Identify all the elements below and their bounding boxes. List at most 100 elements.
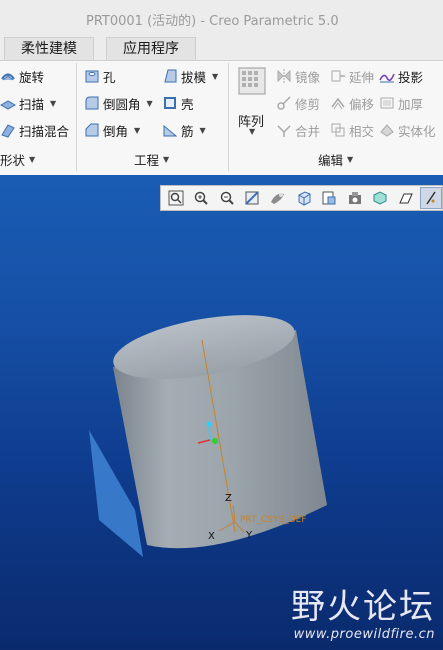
ribbon-tabs: 柔性建模 应用程序 xyxy=(0,36,443,61)
section-button[interactable] xyxy=(369,187,391,209)
intersect-icon xyxy=(331,123,345,137)
zoom-out-icon xyxy=(220,191,234,205)
thicken-label: 加厚 xyxy=(398,96,424,112)
intersect-button[interactable]: 相交 xyxy=(330,119,374,141)
chevron-down-icon[interactable]: ▼ xyxy=(134,126,140,135)
shell-icon xyxy=(164,97,176,109)
saved-orientations-button[interactable] xyxy=(293,187,315,209)
triad-point xyxy=(206,421,212,427)
csys-x-label: X xyxy=(208,531,215,542)
refit-icon xyxy=(168,190,184,206)
intersect-label: 相交 xyxy=(349,123,375,139)
group-label-shape[interactable]: 形状 ▼ xyxy=(0,150,35,169)
mirror-button[interactable]: 镜像 xyxy=(276,65,320,87)
offset-button[interactable]: 偏移 xyxy=(330,92,374,114)
draft-button[interactable]: 拔模 ▼ xyxy=(162,65,218,87)
window-title: PRT0001 (活动的) - Creo Parametric 5.0 xyxy=(86,14,339,29)
chevron-down-icon[interactable]: ▼ xyxy=(50,99,56,108)
thicken-button[interactable]: 加厚 xyxy=(379,92,423,114)
round-label: 倒圆角 xyxy=(103,96,141,112)
pattern-button[interactable]: 阵列 ▼ xyxy=(236,67,268,136)
sweep-label: 扫描 xyxy=(19,96,45,112)
extend-icon xyxy=(331,70,345,82)
mirror-label: 镜像 xyxy=(295,69,321,85)
chevron-down-icon: ▼ xyxy=(347,155,354,164)
solidify-icon xyxy=(380,124,394,137)
model-scene[interactable]: Z X Y PRT_CSYS_DEF xyxy=(0,175,443,650)
zoom-out-button[interactable] xyxy=(216,187,238,209)
merge-icon xyxy=(277,125,291,137)
extend-button[interactable]: 延伸 xyxy=(330,65,374,87)
view-toolbar xyxy=(160,185,443,211)
revolve-button[interactable]: 旋转 xyxy=(0,65,44,87)
pattern-icon xyxy=(238,67,266,95)
extend-label: 延伸 xyxy=(349,69,375,85)
divider xyxy=(76,63,77,171)
group-label-engineering[interactable]: 工程 ▼ xyxy=(134,150,169,169)
chamfer-icon xyxy=(85,123,99,137)
rib-button[interactable]: 筋 ▼ xyxy=(162,119,206,141)
rib-icon xyxy=(163,124,178,137)
tab-label: 应用程序 xyxy=(123,41,179,57)
datum-display-button[interactable] xyxy=(420,187,443,209)
project-button[interactable]: 投影 xyxy=(379,65,423,87)
shell-button[interactable]: 壳 xyxy=(162,92,194,114)
project-label: 投影 xyxy=(398,69,424,85)
rib-label: 筋 xyxy=(181,123,194,139)
shell-label: 壳 xyxy=(181,96,194,112)
group-shape-text: 形状 xyxy=(0,153,26,168)
display-style-button[interactable] xyxy=(267,187,289,209)
chevron-down-icon[interactable]: ▼ xyxy=(200,126,206,135)
hole-label: 孔 xyxy=(103,69,116,85)
triad-origin xyxy=(212,438,218,444)
sweep-icon xyxy=(0,100,16,110)
swept-blend-label: 扫描混合 xyxy=(19,123,70,139)
offset-icon xyxy=(331,97,345,110)
group-engineering-text: 工程 xyxy=(134,153,160,168)
repaint-icon xyxy=(245,191,260,205)
trim-button[interactable]: 修剪 xyxy=(276,92,320,114)
zoom-in-icon xyxy=(195,191,209,205)
solidify-button[interactable]: 实体化 xyxy=(379,119,436,141)
title-bar: PRT0001 (活动的) - Creo Parametric 5.0 xyxy=(0,0,443,37)
hole-button[interactable]: 孔 xyxy=(84,65,116,87)
csys-y-label: Y xyxy=(245,530,253,541)
chamfer-button[interactable]: 倒角 ▼ xyxy=(84,119,140,141)
annotation-icon xyxy=(398,193,413,204)
group-editing-text: 编辑 xyxy=(318,153,344,168)
datum-display-icon xyxy=(426,191,436,205)
csys-z-label: Z xyxy=(225,493,232,504)
chamfer-label: 倒角 xyxy=(103,123,129,139)
round-icon xyxy=(85,96,99,110)
solidify-label: 实体化 xyxy=(398,123,436,139)
zoom-in-button[interactable] xyxy=(191,187,213,209)
swept-blend-icon xyxy=(1,124,15,138)
chevron-down-icon[interactable]: ▼ xyxy=(212,72,218,81)
revolve-icon xyxy=(1,73,15,81)
repaint-button[interactable] xyxy=(242,187,264,209)
merge-button[interactable]: 合并 xyxy=(276,119,320,141)
chevron-down-icon[interactable]: ▼ xyxy=(147,99,153,108)
chevron-down-icon: ▼ xyxy=(29,155,36,164)
refit-button[interactable] xyxy=(165,187,187,209)
swept-blend-button[interactable]: 扫描混合 xyxy=(0,119,69,141)
round-button[interactable]: 倒圆角 ▼ xyxy=(84,92,153,114)
thicken-icon xyxy=(380,97,394,109)
group-label-editing[interactable]: 编辑 ▼ xyxy=(318,150,353,169)
view-manager-button[interactable] xyxy=(318,187,340,209)
perspective-icon xyxy=(348,192,361,204)
saved-orientations-icon xyxy=(298,191,310,206)
trim-icon xyxy=(277,96,291,110)
chevron-down-icon: ▼ xyxy=(249,127,256,136)
tab-applications[interactable]: 应用程序 xyxy=(106,37,196,61)
watermark-url: www.proewildfire.cn xyxy=(293,627,435,642)
draft-icon xyxy=(164,69,177,83)
tab-flexible-modeling[interactable]: 柔性建模 xyxy=(4,37,94,61)
revolve-label: 旋转 xyxy=(19,69,45,85)
offset-label: 偏移 xyxy=(349,96,375,112)
sweep-button[interactable]: 扫描 ▼ xyxy=(0,92,56,114)
perspective-button[interactable] xyxy=(344,187,366,209)
project-icon xyxy=(379,73,395,83)
annotation-button[interactable] xyxy=(395,187,417,209)
display-style-icon xyxy=(270,193,284,204)
